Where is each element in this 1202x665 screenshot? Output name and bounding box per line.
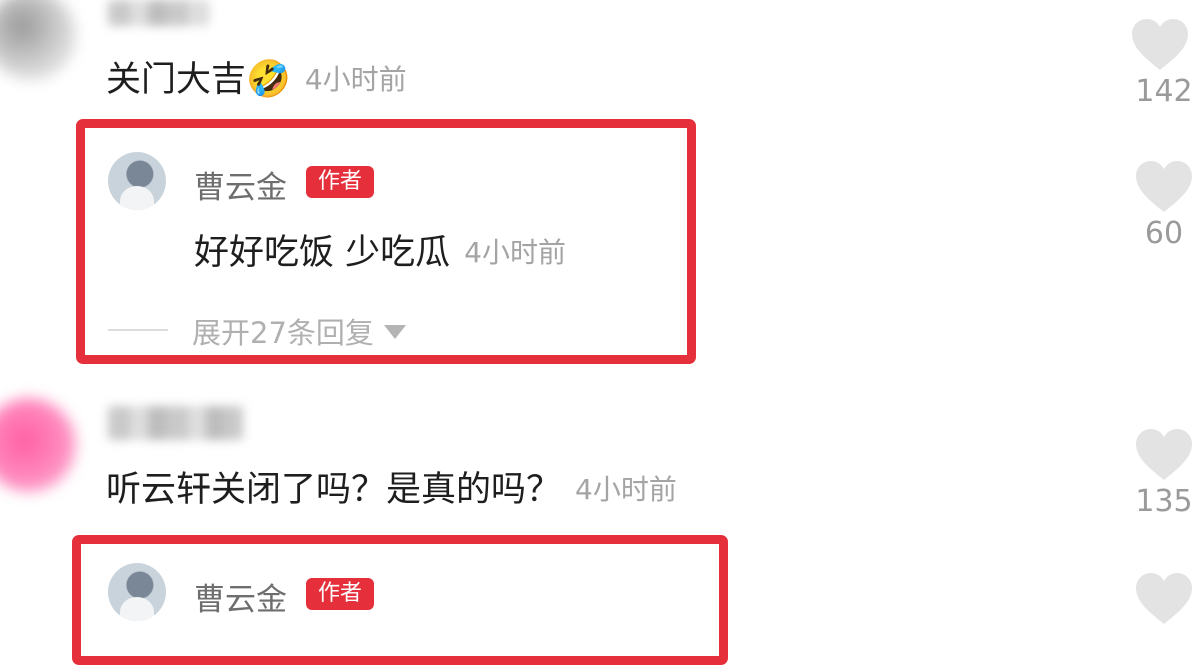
reply-like-button[interactable] xyxy=(1134,160,1202,218)
laughing-emoji: 🤣 xyxy=(246,59,291,100)
commenter-username[interactable] xyxy=(108,406,243,440)
author-badge: 作者 xyxy=(306,166,375,198)
expand-divider xyxy=(108,329,168,331)
reply-body: 好好吃饭 少吃瓜 xyxy=(194,233,451,273)
author-badge: 作者 xyxy=(306,578,375,610)
heart-icon xyxy=(1136,573,1192,624)
commenter-avatar[interactable] xyxy=(0,398,76,492)
expand-replies-button[interactable]: 展开27条回复 xyxy=(192,310,406,352)
like-button[interactable] xyxy=(1130,18,1200,76)
triangle-down-icon xyxy=(383,325,406,339)
comment-body: 听云轩关闭了吗？是真的吗？ xyxy=(106,470,562,510)
reply-time: 4小时前 xyxy=(464,236,566,269)
reply-like-button[interactable] xyxy=(1134,572,1202,630)
highlight-box xyxy=(72,535,728,665)
commenter-avatar[interactable] xyxy=(0,0,76,80)
heart-icon xyxy=(1136,429,1192,480)
comment-time: 4小时前 xyxy=(575,473,677,506)
like-count: 142 xyxy=(1135,74,1193,109)
comment-body: 关门大吉 xyxy=(106,60,247,100)
expand-replies-label: 展开27条回复 xyxy=(192,316,374,350)
commenter-username[interactable] xyxy=(108,0,208,26)
like-count: 135 xyxy=(1135,484,1193,519)
author-avatar[interactable] xyxy=(108,563,166,621)
comment-text: 关门大吉🤣 4小时前 xyxy=(106,58,407,102)
author-name[interactable]: 曹云金 xyxy=(194,162,287,207)
reply-text: 好好吃饭 少吃瓜 4小时前 xyxy=(194,224,566,275)
author-avatar[interactable] xyxy=(108,152,166,210)
author-name[interactable]: 曹云金 xyxy=(194,574,287,619)
heart-icon xyxy=(1136,161,1192,212)
like-button[interactable] xyxy=(1134,428,1202,486)
heart-icon xyxy=(1132,19,1188,70)
reply-like-count: 60 xyxy=(1144,216,1184,251)
comment-text: 听云轩关闭了吗？是真的吗？ 4小时前 xyxy=(106,468,677,512)
comment-time: 4小时前 xyxy=(304,63,407,96)
